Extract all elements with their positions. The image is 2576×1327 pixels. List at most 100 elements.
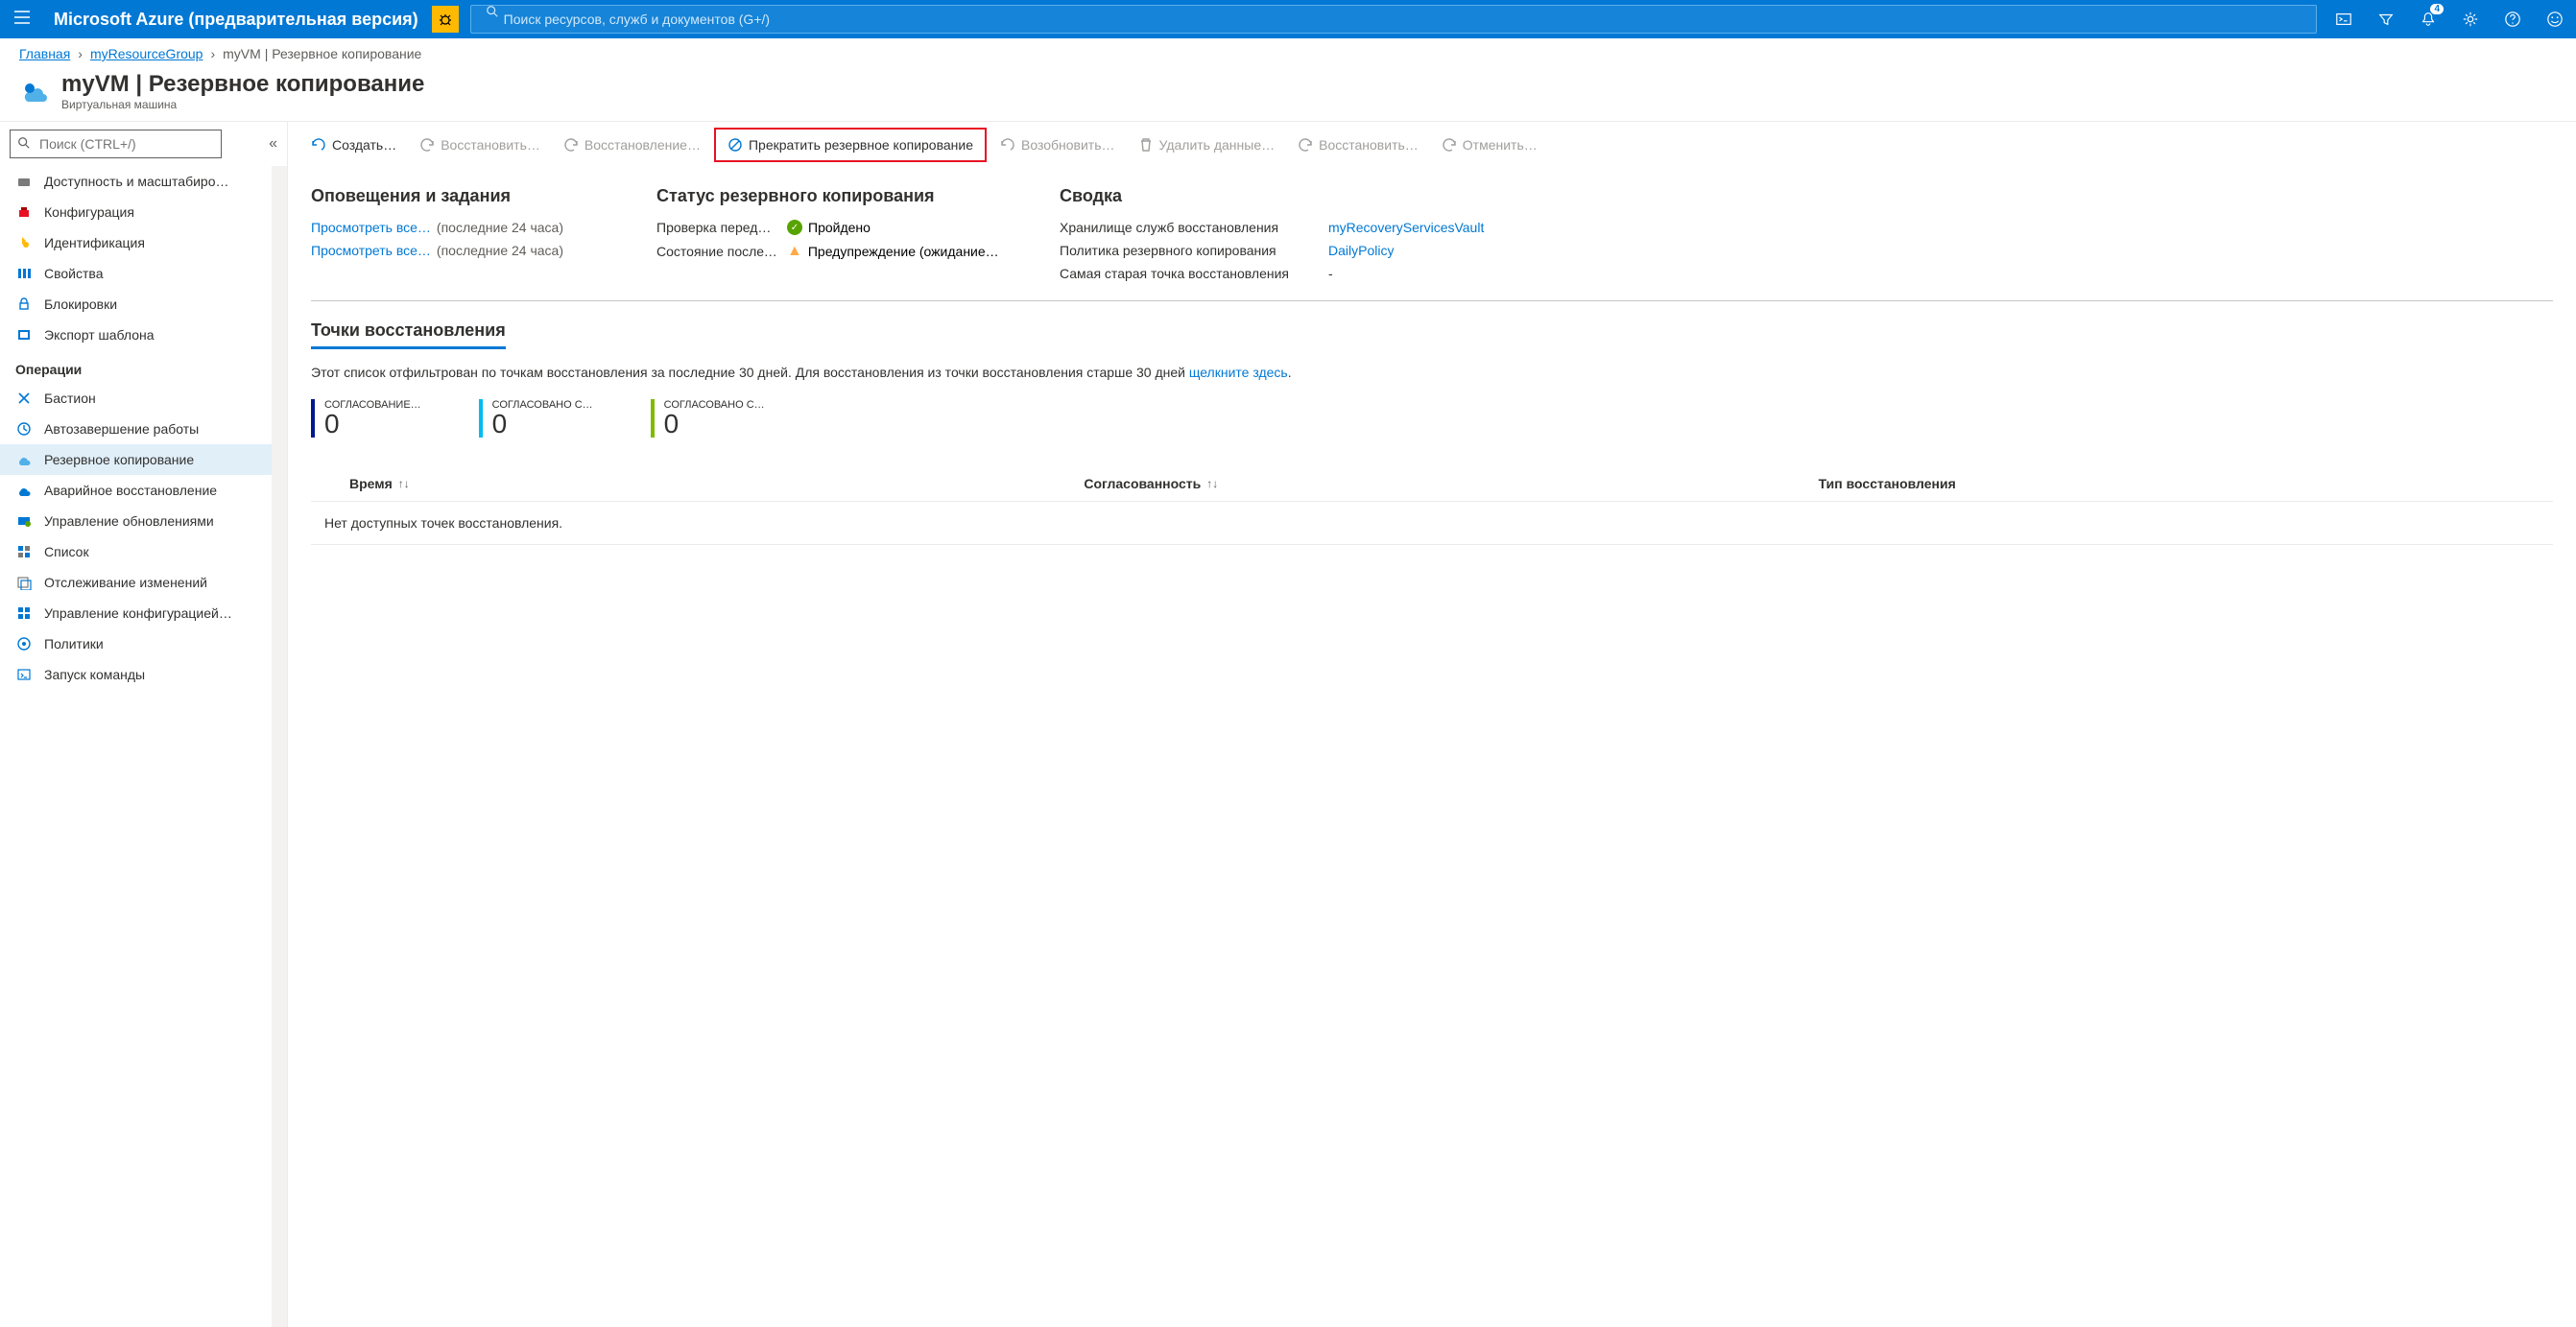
warning-icon: ▲ [787, 243, 802, 260]
cmd-label: Удалить данные… [1159, 137, 1276, 153]
sidebar-item[interactable]: Конфигурация [0, 197, 287, 227]
sidebar-item[interactable]: Доступность и масштабиро… [0, 166, 287, 197]
filter-text-b: . [1288, 365, 1292, 380]
command-bar: Создать… Восстановить… Восстановление… П… [288, 122, 2576, 169]
sidebar-item[interactable]: Управление обновлениями [0, 506, 287, 536]
policy-link[interactable]: DailyPolicy [1328, 243, 1484, 258]
nav-icon [15, 451, 33, 468]
sidebar: « Доступность и масштабиро… Конфигурация И… [0, 122, 288, 1327]
nav-label: Конфигурация [44, 204, 134, 220]
table-header: Время↑↓ Согласованность↑↓ Тип восстановл… [311, 466, 2553, 502]
page-subtitle: Виртуальная машина [61, 98, 424, 111]
nav-icon [15, 234, 33, 251]
status-panel: Статус резервного копирования Проверка п… [656, 186, 1002, 281]
breadcrumb-resource-group[interactable]: myResourceGroup [90, 46, 203, 61]
filter-click-here-link[interactable]: щелкните здесь [1189, 365, 1288, 380]
col-type[interactable]: Тип восстановления [1819, 476, 2553, 491]
nav-label: Резервное копирование [44, 452, 194, 467]
settings-icon[interactable] [2449, 0, 2492, 38]
nav-label: Управление обновлениями [44, 513, 214, 529]
stop-backup-button[interactable]: Прекратить резервное копирование [714, 128, 987, 162]
sidebar-item[interactable]: Список [0, 536, 287, 567]
sidebar-item[interactable]: Свойства [0, 258, 287, 289]
nav-icon [15, 326, 33, 344]
feedback-icon[interactable] [2534, 0, 2576, 38]
vault-key: Хранилище служб восстановления [1060, 220, 1309, 235]
cloud-shell-icon[interactable] [2323, 0, 2365, 38]
sidebar-collapse-icon[interactable]: « [269, 135, 277, 153]
sidebar-item[interactable]: Блокировки [0, 289, 287, 320]
stat-label: СОГЛАСОВАНО С… [492, 399, 593, 411]
sidebar-item[interactable]: Автозавершение работы [0, 414, 287, 444]
sidebar-item[interactable]: Управление конфигурацией… [0, 598, 287, 628]
file-recovery-button: Восстановление… [554, 131, 710, 158]
jobs-timeframe: (последние 24 часа) [437, 243, 563, 258]
stat-tile[interactable]: СОГЛАСОВАНО С…0 [479, 399, 593, 438]
last-backup-label: Состояние послед… [656, 244, 781, 259]
sidebar-item[interactable]: Экспорт шаблона [0, 320, 287, 350]
sidebar-item[interactable]: Аварийное восстановление [0, 475, 287, 506]
tab-restore-points[interactable]: Точки восстановления [311, 320, 506, 349]
resume-backup-button: Возобновить… [990, 131, 1125, 158]
cmd-label: Восстановление… [584, 137, 701, 153]
alerts-panel: Оповещения и задания Просмотреть все… (п… [311, 186, 599, 281]
sidebar-item[interactable]: Политики [0, 628, 287, 659]
nav-label: Запуск команды [44, 667, 145, 682]
nav-label: Экспорт шаблона [44, 327, 155, 343]
restore-button-2: Восстановить… [1288, 131, 1428, 158]
breadcrumb-home[interactable]: Главная [19, 46, 70, 61]
sidebar-item[interactable]: Идентификация [0, 227, 287, 258]
col-consistency[interactable]: Согласованность↑↓ [1084, 476, 1818, 491]
create-backup-button[interactable]: Создать… [301, 131, 406, 158]
cmd-label: Возобновить… [1021, 137, 1115, 153]
global-search-input[interactable] [470, 5, 2317, 34]
sidebar-item[interactable]: Бастион [0, 383, 287, 414]
policy-key: Политика резервного копирования [1060, 243, 1309, 258]
cancel-button: Отменить… [1432, 131, 1547, 158]
nav-icon [15, 296, 33, 313]
page-header: myVM | Резервное копирование Виртуальная… [0, 69, 2576, 121]
cmd-label: Прекратить резервное копирование [749, 137, 973, 153]
page-title: myVM | Резервное копирование [61, 71, 424, 98]
sidebar-item[interactable]: Резервное копирование [0, 444, 287, 475]
vault-link[interactable]: myRecoveryServicesVault [1328, 220, 1484, 235]
undo-icon [1298, 137, 1313, 153]
nav-label: Управление конфигурацией… [44, 605, 232, 621]
nav-label: Идентификация [44, 235, 145, 250]
stat-tile[interactable]: СОГЛАСОВАНИЕ…0 [311, 399, 421, 438]
sidebar-item[interactable]: Отслеживание изменений [0, 567, 287, 598]
nav-label: Бастион [44, 391, 96, 406]
brand-label[interactable]: Microsoft Azure (предварительная версия) [44, 10, 428, 30]
tabs: Точки восстановления [311, 320, 2553, 349]
preview-bug-icon[interactable] [432, 6, 459, 33]
hamburger-menu[interactable] [0, 9, 44, 31]
sort-icon: ↑↓ [398, 477, 410, 490]
nav-label: Отслеживание изменений [44, 575, 207, 590]
breadcrumb: Главная › myResourceGroup › myVM | Резер… [0, 38, 2576, 69]
alerts-title: Оповещения и задания [311, 186, 599, 206]
stat-label: СОГЛАСОВАНО С… [664, 399, 765, 411]
main: Создать… Восстановить… Восстановление… П… [288, 122, 2576, 1327]
directory-filter-icon[interactable] [2365, 0, 2407, 38]
col-time[interactable]: Время↑↓ [349, 476, 1084, 491]
view-all-jobs-link[interactable]: Просмотреть все… [311, 243, 431, 258]
stat-value: 0 [492, 411, 593, 438]
top-icons: 4 [2323, 0, 2576, 38]
sidebar-item[interactable]: Запуск команды [0, 659, 287, 690]
help-icon[interactable] [2492, 0, 2534, 38]
section-separator [311, 300, 2553, 301]
global-search-wrap [465, 5, 2323, 34]
notifications-icon[interactable]: 4 [2407, 0, 2449, 38]
stat-value: 0 [324, 411, 421, 438]
view-all-alerts-link[interactable]: Просмотреть все… [311, 220, 431, 235]
cmd-label: Создать… [332, 137, 396, 153]
vm-cloud-icon [19, 75, 52, 107]
scrollbar-thumb[interactable] [274, 166, 285, 243]
trash-icon [1138, 137, 1154, 153]
notification-badge: 4 [2430, 4, 2444, 14]
sidebar-search-input[interactable] [10, 130, 222, 158]
sidebar-nav: Доступность и масштабиро… Конфигурация Иде… [0, 166, 287, 1327]
undo-icon [1442, 137, 1457, 153]
stat-tile[interactable]: СОГЛАСОВАНО С…0 [651, 399, 765, 438]
nav-label: Политики [44, 636, 104, 652]
